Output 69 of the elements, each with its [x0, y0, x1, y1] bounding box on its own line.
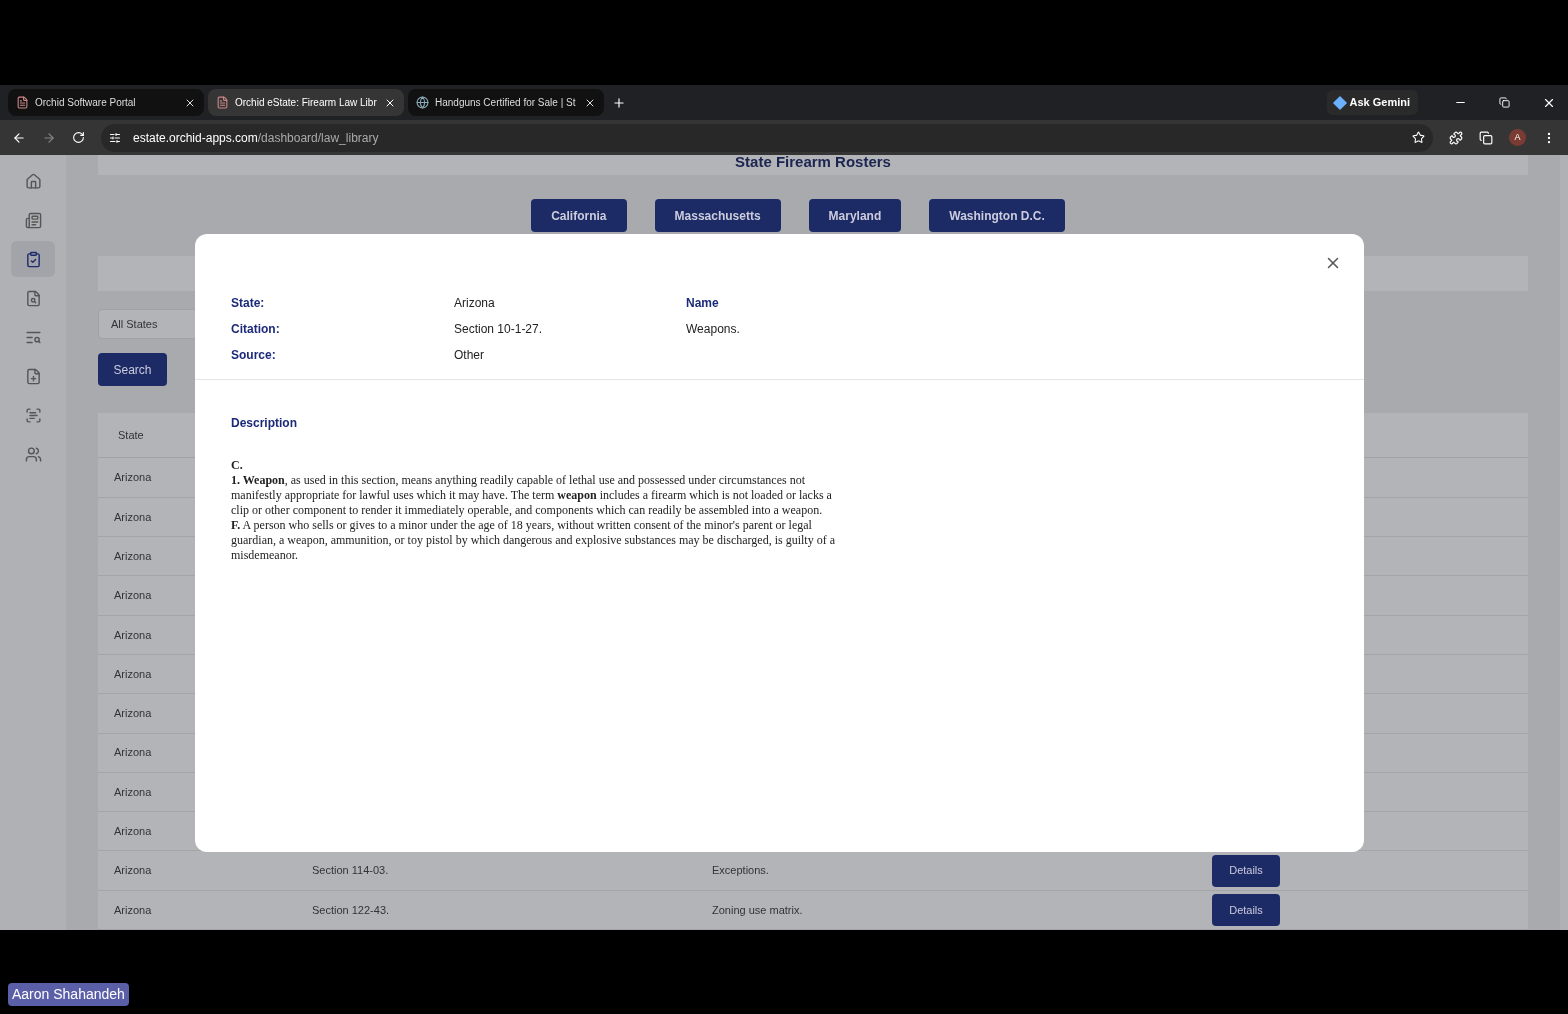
details-button[interactable]: Details — [1212, 854, 1280, 887]
users-icon — [24, 445, 42, 463]
table-cell-text: Arizona — [114, 509, 152, 525]
clipboard-check-icon — [24, 250, 42, 268]
roster-button[interactable]: Massachusetts — [654, 199, 781, 232]
description-paragraph: 1. Weapon, as used in this section, means anything readily capable of lethal use and possessed under circumstances not manifestly appropriate for lawful uses which it may have. The term weapon includes a firearm which is not loaded or lacks a clip or other component to render it immediately operable, and components which can readily be assembled into a weapon. — [231, 473, 833, 518]
home-icon — [24, 172, 42, 190]
participant-label: Aaron Shahandeh — [8, 983, 129, 1006]
description-paragraph: C. — [231, 458, 244, 473]
field-value: Section 10-1-27. — [454, 321, 544, 338]
roster-button[interactable]: Washington D.C. — [929, 199, 1065, 232]
table-cell-text: Zoning use matrix. — [712, 902, 804, 918]
table-cell-text: Arizona — [114, 745, 152, 761]
description-paragraph: F. A person who sells or gives to a minor under the age of 18 years, without written consent of the minor's parent or legal guardian, a weapon, ammunition, or toy pistol by which dangerous and explosive substances may be discharged, is guilty of a misdemeanor. — [231, 518, 836, 563]
field-value: Other — [454, 347, 485, 364]
page-icon — [216, 96, 229, 109]
new-tab-icon[interactable] — [612, 95, 626, 110]
field-value: Arizona — [454, 295, 496, 312]
field-value: Weapons. — [686, 321, 740, 338]
table-cell-text: Arizona — [114, 824, 152, 839]
table-cell-text: Arizona — [114, 902, 152, 918]
browser-tab[interactable]: Orchid Software Portal — [8, 89, 204, 116]
page-heading: State Firearm Rosters — [735, 151, 891, 172]
table-cell-text: Arizona — [114, 470, 152, 486]
reload-icon[interactable] — [72, 131, 85, 144]
table-cell-text: Section 122-43. — [312, 902, 391, 918]
star-icon[interactable] — [1412, 131, 1425, 144]
field-label: State: — [231, 295, 266, 312]
table-cell-text: Arizona — [114, 666, 152, 682]
url-text: estate.orchid-apps.com/dashboard/law_library — [133, 129, 380, 147]
table-cell-text: Arizona — [114, 784, 152, 800]
table-cell-text: Arizona — [114, 706, 152, 722]
table-cell-text: Exceptions. — [712, 863, 770, 879]
file-plus-icon — [24, 367, 42, 385]
search-button[interactable]: Search — [98, 353, 167, 387]
tab-title: Orchid eState: Firearm Law Libr — [235, 96, 378, 110]
forward-icon[interactable] — [42, 130, 56, 145]
table-cell-text: Arizona — [114, 863, 152, 879]
field-label: Citation: — [231, 321, 281, 338]
tab-title: Orchid Software Portal — [35, 96, 137, 110]
site-info-icon — [109, 131, 121, 144]
scrollbar[interactable] — [1560, 155, 1568, 930]
field-label: Name — [686, 295, 720, 312]
column-header: State — [118, 428, 144, 444]
page-icon — [16, 96, 29, 109]
tab-title: Handguns Certified for Sale | St — [435, 96, 577, 110]
roster-button[interactable]: Maryland — [808, 199, 902, 232]
puzzle-icon[interactable] — [1449, 130, 1463, 145]
tab-search-icon[interactable] — [1479, 130, 1493, 145]
newspaper-icon — [24, 211, 42, 229]
table-cell-text: Arizona — [114, 548, 152, 564]
roster-button[interactable]: California — [531, 199, 627, 232]
table-cell-text: Arizona — [114, 588, 152, 604]
details-button[interactable]: Details — [1212, 893, 1280, 926]
scan-icon — [24, 406, 42, 424]
back-icon[interactable] — [12, 130, 26, 145]
table-cell-text: Arizona — [114, 627, 152, 643]
globe-icon — [416, 96, 429, 109]
browser-tab[interactable]: Handguns Certified for Sale | St — [408, 89, 604, 116]
gemini-button[interactable]: Ask Gemini — [1327, 90, 1418, 115]
browser-tab[interactable]: Orchid eState: Firearm Law Libr — [208, 89, 404, 116]
restore-icon[interactable] — [1499, 97, 1510, 108]
sidebar-item[interactable] — [11, 241, 55, 277]
profile-avatar[interactable]: A — [1509, 129, 1526, 146]
field-label: Source: — [231, 347, 277, 364]
table-cell-text: Section 114-03. — [312, 863, 390, 879]
address-bar[interactable]: estate.orchid-apps.com/dashboard/law_library — [101, 123, 1433, 152]
file-search-icon — [24, 289, 42, 307]
description-label: Description — [231, 416, 297, 430]
